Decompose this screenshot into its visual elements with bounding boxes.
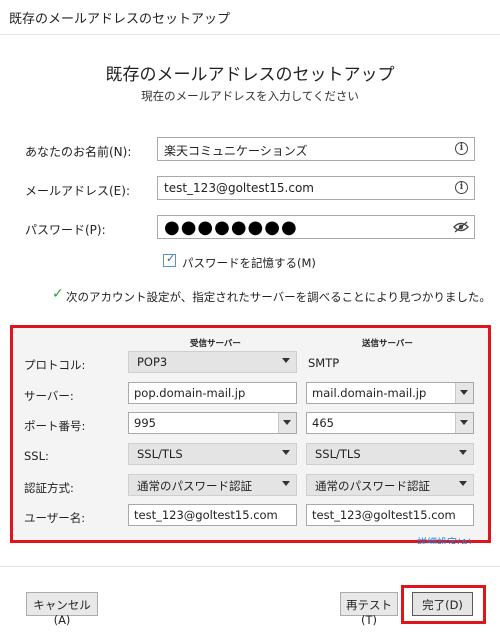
cancel-button[interactable]: キャンセル(A)	[26, 592, 98, 627]
username-outgoing-input[interactable]: test_123@goltest15.com	[306, 504, 474, 526]
outgoing-header: 送信サーバー	[362, 339, 413, 349]
dropdown-button[interactable]	[455, 413, 473, 433]
chevron-down-icon	[282, 358, 290, 363]
server-label: サーバー:	[24, 389, 74, 403]
email-label: メールアドレス(E):	[25, 184, 130, 198]
port-outgoing-combo[interactable]: 465	[306, 412, 474, 434]
check-icon: ✓	[52, 286, 64, 302]
ssl-label: SSL:	[24, 449, 49, 463]
port-outgoing-value: 465	[312, 416, 334, 430]
password-value: ●●●●●●●●	[164, 217, 298, 238]
title-bar: 既存のメールアドレスのセットアップ	[0, 0, 500, 35]
chevron-down-icon	[459, 481, 467, 486]
incoming-header: 受信サーバー	[190, 339, 241, 349]
name-value: 楽天コミュニケーションズ	[164, 144, 308, 158]
auth-outgoing-select[interactable]: 通常のパスワード認証	[306, 474, 474, 496]
name-field[interactable]: 楽天コミュニケーションズ i	[157, 137, 475, 161]
done-button[interactable]: 完了(D)	[412, 592, 473, 616]
ssl-outgoing-value: SSL/TLS	[315, 447, 361, 461]
eye-slash-icon[interactable]	[453, 221, 469, 233]
chevron-down-icon	[283, 420, 291, 425]
port-incoming-combo[interactable]: 995	[128, 412, 297, 434]
port-label: ポート番号:	[24, 419, 86, 433]
chevron-down-icon	[282, 450, 290, 455]
remember-password-label[interactable]: パスワードを記憶する(M)	[182, 255, 316, 271]
divider	[0, 566, 500, 567]
chevron-down-icon	[460, 420, 468, 425]
window-title: 既存のメールアドレスのセットアップ	[9, 12, 231, 27]
username-incoming-input[interactable]: test_123@goltest15.com	[128, 504, 297, 526]
found-message: 次のアカウント設定が、指定されたサーバーを調べることにより見つかりました。	[66, 290, 491, 304]
chevron-down-icon	[459, 450, 467, 455]
protocol-incoming-value: POP3	[137, 355, 168, 369]
auth-outgoing-value: 通常のパスワード認証	[315, 479, 430, 493]
remember-password-checkbox[interactable]: ✓	[163, 252, 176, 267]
ssl-incoming-value: SSL/TLS	[137, 447, 183, 461]
page-subtitle: 現在のメールアドレスを入力してください	[141, 89, 359, 103]
password-label: パスワード(P):	[25, 223, 106, 237]
ssl-incoming-select[interactable]: SSL/TLS	[128, 443, 297, 465]
protocol-incoming-select[interactable]: POP3	[128, 351, 297, 373]
username-outgoing-value: test_123@goltest15.com	[312, 508, 456, 522]
password-field[interactable]: ●●●●●●●●	[157, 215, 475, 239]
checkmark-icon: ✓	[166, 252, 176, 265]
username-label: ユーザー名:	[24, 511, 86, 525]
port-incoming-value: 995	[134, 416, 156, 430]
email-field[interactable]: test_123@goltest15.com i	[157, 176, 475, 200]
server-incoming-value: pop.domain-mail.jp	[134, 386, 246, 400]
ssl-outgoing-select[interactable]: SSL/TLS	[306, 443, 474, 465]
username-incoming-value: test_123@goltest15.com	[134, 508, 278, 522]
advanced-settings-link[interactable]: 詳細設定(A)	[417, 534, 472, 544]
protocol-label: プロトコル:	[24, 358, 86, 372]
dropdown-button[interactable]	[278, 413, 296, 433]
auth-label: 認証方式:	[24, 481, 74, 495]
email-value: test_123@goltest15.com	[164, 181, 314, 195]
auth-incoming-select[interactable]: 通常のパスワード認証	[128, 474, 297, 496]
auth-incoming-value: 通常のパスワード認証	[137, 479, 252, 493]
info-icon[interactable]: i	[455, 181, 468, 194]
server-outgoing-combo[interactable]: mail.domain-mail.jp	[306, 382, 474, 404]
page-title: 既存のメールアドレスのセットアップ	[105, 65, 395, 85]
retest-button[interactable]: 再テスト(T)	[340, 592, 398, 627]
chevron-down-icon	[282, 481, 290, 486]
name-label: あなたのお名前(N):	[25, 145, 132, 159]
info-icon[interactable]: i	[455, 142, 468, 155]
chevron-down-icon	[460, 390, 468, 395]
dropdown-button[interactable]	[455, 383, 473, 403]
protocol-outgoing-value: SMTP	[308, 356, 340, 370]
server-outgoing-value: mail.domain-mail.jp	[312, 386, 427, 400]
server-incoming-input[interactable]: pop.domain-mail.jp	[128, 382, 297, 404]
